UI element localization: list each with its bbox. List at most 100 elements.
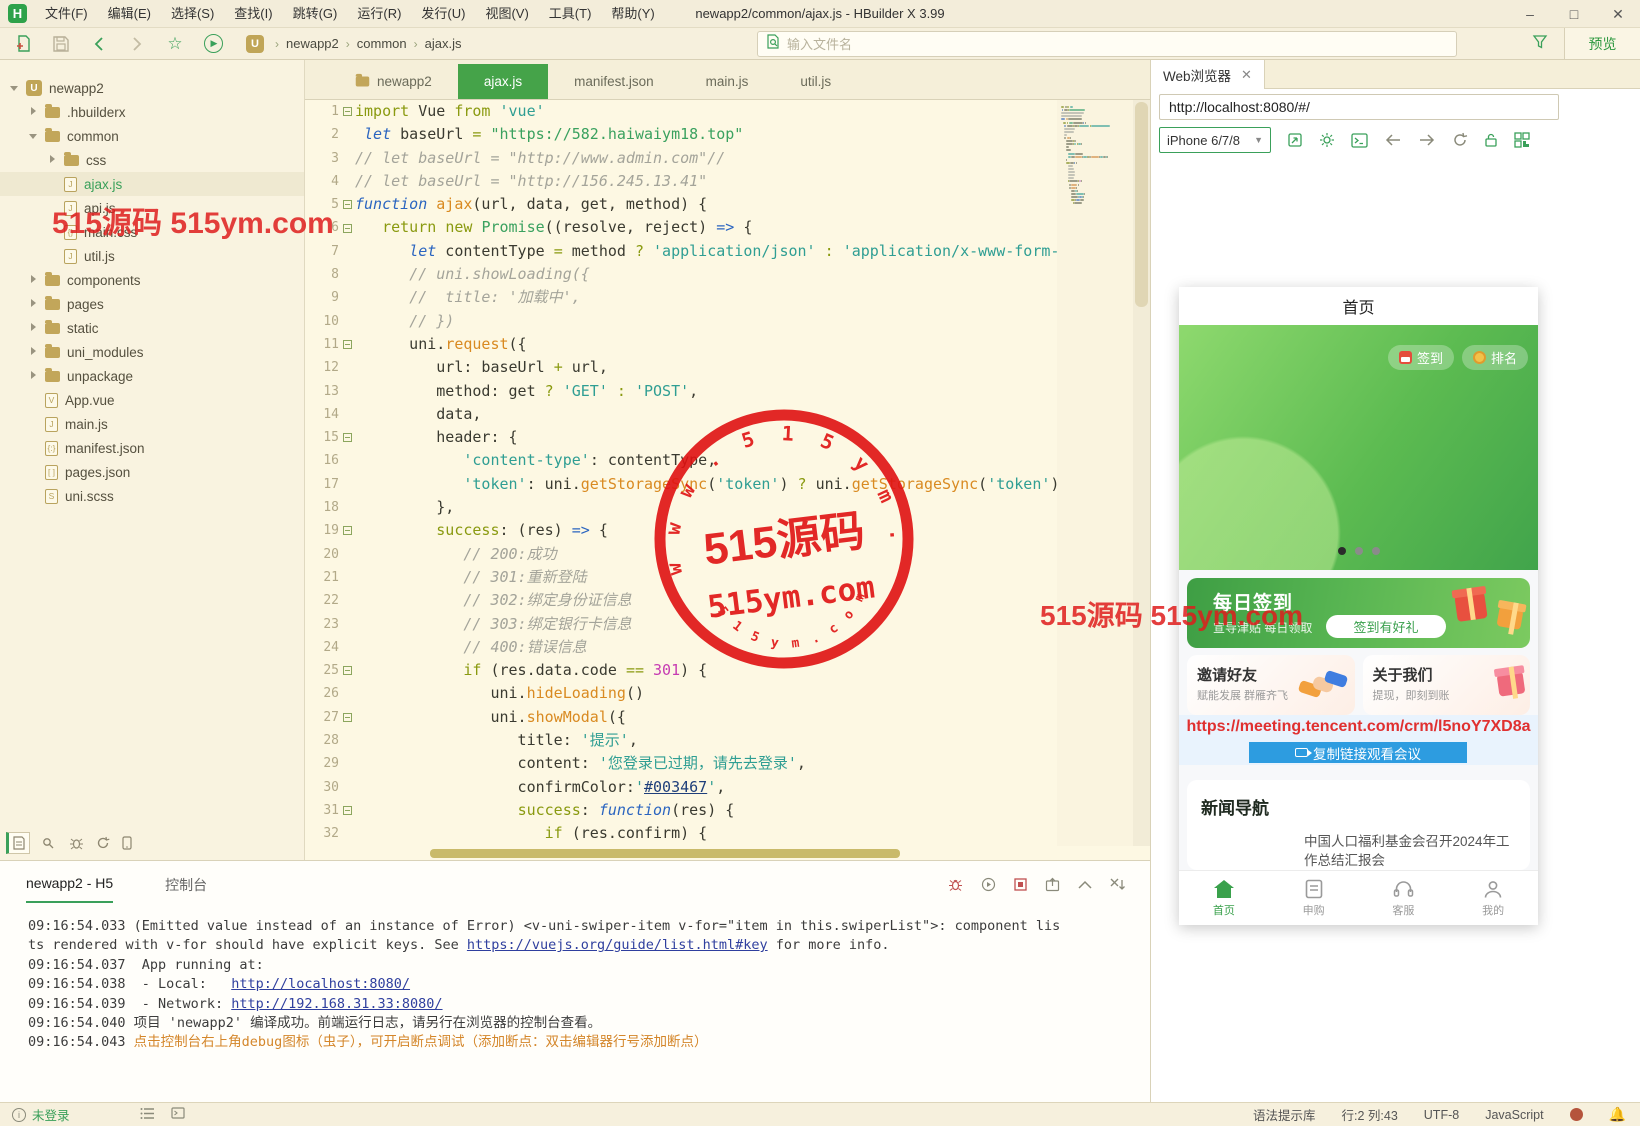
about-us-card[interactable]: 关于我们 提现，即刻到账 (1363, 655, 1531, 715)
menu-item-文件(F)[interactable]: 文件(F) (35, 0, 98, 27)
tree-item-.hbuilderx[interactable]: .hbuilderx (0, 100, 304, 124)
tree-item-css[interactable]: css (0, 148, 304, 172)
export-log-icon[interactable] (1045, 877, 1060, 892)
fold-cell[interactable] (339, 659, 355, 682)
browser-refresh-icon[interactable] (1452, 132, 1468, 148)
line-number[interactable]: 10 (305, 310, 339, 333)
chevron-right-icon[interactable] (29, 347, 39, 357)
editor-tab-newapp2[interactable]: newapp2 (329, 64, 458, 99)
terminal-small-icon[interactable] (171, 1107, 185, 1123)
tab-subscribe[interactable]: 申购 (1269, 871, 1359, 925)
menu-item-发行(U)[interactable]: 发行(U) (411, 0, 475, 27)
chevron-right-icon[interactable] (29, 275, 39, 285)
chevron-right-icon[interactable] (29, 371, 39, 381)
menu-item-编辑(E)[interactable]: 编辑(E) (98, 0, 161, 27)
editor-tab-ajax.js[interactable]: ajax.js (458, 64, 548, 99)
new-file-icon[interactable] (8, 31, 38, 57)
line-number[interactable]: 29 (305, 752, 339, 775)
browser-tab[interactable]: Web浏览器 ✕ (1151, 60, 1265, 89)
close-run-icon[interactable] (1110, 878, 1126, 891)
line-number[interactable]: 13 (305, 380, 339, 403)
status-item-语法提示库[interactable]: 语法提示库 (1253, 1105, 1316, 1124)
fold-marker-icon[interactable] (343, 224, 352, 233)
status-item-JavaScript[interactable]: JavaScript (1485, 1108, 1543, 1122)
line-number[interactable]: 26 (305, 682, 339, 705)
fold-cell[interactable] (339, 706, 355, 729)
chevron-right-icon[interactable] (29, 107, 39, 117)
save-icon[interactable] (46, 31, 76, 57)
editor-tab-util.js[interactable]: util.js (774, 64, 857, 99)
tree-item-ajax.js[interactable]: Jajax.js (0, 172, 304, 196)
chevron-down-icon[interactable] (29, 131, 39, 141)
minimize-button[interactable]: – (1508, 0, 1552, 28)
tree-item-App.vue[interactable]: VApp.vue (0, 388, 304, 412)
fold-cell[interactable] (339, 519, 355, 542)
tree-item-newapp2[interactable]: Unewapp2 (0, 76, 304, 100)
status-item-行:2 列:43[interactable]: 行:2 列:43 (1342, 1105, 1398, 1124)
address-bar[interactable] (1159, 94, 1559, 120)
swiper-dot[interactable] (1372, 547, 1380, 555)
notification-bell-icon[interactable]: 🔔 (1609, 1106, 1626, 1123)
chevron-right-icon[interactable] (29, 299, 39, 309)
console-tab-newapp2 - H5[interactable]: newapp2 - H5 (26, 875, 113, 903)
tree-item-manifest.json[interactable]: {:}manifest.json (0, 436, 304, 460)
console-link[interactable]: http://localhost:8080/ (231, 976, 410, 992)
fold-marker-icon[interactable] (343, 433, 352, 442)
line-number[interactable]: 16 (305, 449, 339, 472)
console-tab-控制台[interactable]: 控制台 (165, 875, 207, 903)
horizontal-scrollbar[interactable] (305, 846, 1150, 860)
line-number[interactable]: 8 (305, 263, 339, 286)
fold-marker-icon[interactable] (343, 806, 352, 815)
tree-item-unpackage[interactable]: unpackage (0, 364, 304, 388)
line-number[interactable]: 12 (305, 356, 339, 379)
open-external-icon[interactable] (1287, 132, 1303, 148)
editor-tab-manifest.json[interactable]: manifest.json (548, 64, 680, 99)
collapse-panel-icon[interactable] (1078, 880, 1092, 889)
back-icon[interactable] (84, 31, 114, 57)
console-link[interactable]: http://192.168.31.33:8080/ (231, 996, 442, 1012)
swiper-dots[interactable] (1179, 547, 1538, 555)
line-number[interactable]: 25 (305, 659, 339, 682)
fold-marker-icon[interactable] (343, 107, 352, 116)
lock-icon[interactable] (1484, 132, 1498, 148)
browser-tab-close-icon[interactable]: ✕ (1241, 67, 1252, 83)
tree-item-pages[interactable]: pages (0, 292, 304, 316)
tree-item-uni_modules[interactable]: uni_modules (0, 340, 304, 364)
line-number[interactable]: 20 (305, 543, 339, 566)
tree-item-components[interactable]: components (0, 268, 304, 292)
fold-marker-icon[interactable] (343, 666, 352, 675)
restart-run-icon[interactable] (981, 877, 996, 892)
line-number[interactable]: 30 (305, 776, 339, 799)
swiper-dot[interactable] (1355, 547, 1363, 555)
horizontal-scrollbar-thumb[interactable] (430, 849, 900, 858)
fold-cell[interactable] (339, 333, 355, 356)
line-number[interactable]: 15 (305, 426, 339, 449)
close-button[interactable]: ✕ (1596, 0, 1640, 28)
fold-marker-icon[interactable] (343, 713, 352, 722)
device-selector[interactable]: iPhone 6/7/8 ▼ (1159, 127, 1271, 153)
line-number[interactable]: 22 (305, 589, 339, 612)
settings-gear-icon[interactable] (1319, 132, 1335, 148)
line-number[interactable]: 7 (305, 240, 339, 263)
menu-item-视图(V)[interactable]: 视图(V) (475, 0, 538, 27)
stop-icon[interactable] (1014, 878, 1027, 891)
line-number[interactable]: 11 (305, 333, 339, 356)
fold-cell[interactable] (339, 216, 355, 239)
breadcrumb-folder[interactable]: common (357, 36, 407, 51)
browser-back-icon[interactable] (1384, 133, 1402, 147)
outline-list-icon[interactable] (140, 1107, 155, 1123)
meeting-link[interactable]: https://meeting.tencent.com/crm/l5noY7XD… (1179, 718, 1538, 736)
line-number[interactable]: 28 (305, 729, 339, 752)
menu-item-帮助(Y)[interactable]: 帮助(Y) (601, 0, 664, 27)
fold-cell[interactable] (339, 193, 355, 216)
signin-gift-button[interactable]: 签到有好礼 (1326, 615, 1446, 638)
login-status[interactable]: i 未登录 (12, 1105, 70, 1124)
console-terminal-icon[interactable] (1351, 133, 1368, 148)
browser-forward-icon[interactable] (1418, 133, 1436, 147)
run-icon[interactable]: ▶ (198, 31, 228, 57)
line-number[interactable]: 2 (305, 123, 339, 146)
menu-item-运行(R)[interactable]: 运行(R) (347, 0, 411, 27)
line-number[interactable]: 19 (305, 519, 339, 542)
fold-marker-icon[interactable] (343, 200, 352, 209)
favorite-star-icon[interactable]: ☆ (160, 31, 190, 57)
